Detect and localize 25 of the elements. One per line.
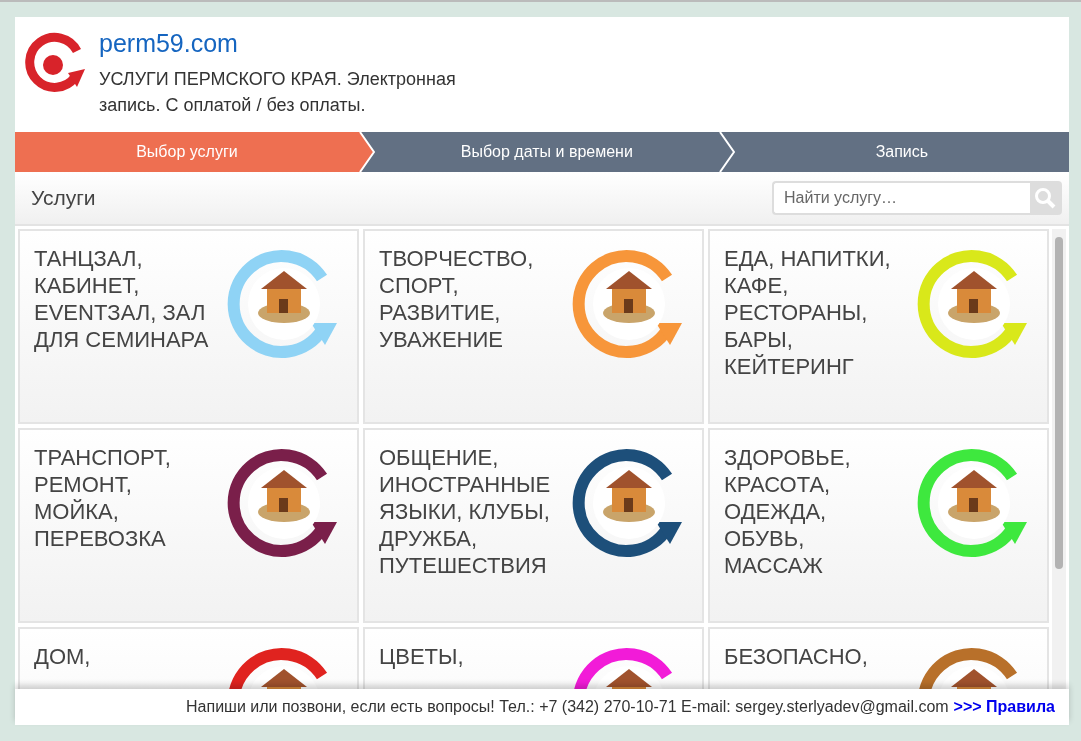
service-tile[interactable]: ТАНЦЗАЛ, КАБИНЕТ, EVENTЗАЛ, ЗАЛ ДЛЯ СЕМИНАРА xyxy=(18,229,359,424)
service-tile[interactable]: ДОМ, xyxy=(18,627,359,689)
service-name: ЗДОРОВЬЕ, КРАСОТА, ОДЕЖДА, ОБУВЬ, МАССАЖ xyxy=(724,444,852,580)
service-tile[interactable]: БЕЗОПАСНО, xyxy=(708,627,1049,689)
service-tile[interactable]: ОБЩЕНИЕ, ИНОСТРАННЫЕ ЯЗЫКИ, КЛУБЫ, ДРУЖБА, ПУТЕШЕСТВИЯ xyxy=(363,428,704,623)
service-name: ТАНЦЗАЛ, КАБИНЕТ, EVENTЗАЛ, ЗАЛ ДЛЯ СЕМИНАРА xyxy=(34,245,210,354)
contact-text: Напиши или позвони, если есть вопросы! Тел.: +7 (342) 270-10-71 E-mail: sergey.sterlyadev@gmail.com xyxy=(186,698,949,716)
site-link[interactable]: perm59.com xyxy=(99,29,519,58)
service-name: ЕДА, НАПИТКИ, КАФЕ, РЕСТОРАНЫ, БАРЫ, КЕЙТЕРИНГ xyxy=(724,245,892,381)
scrollbar-thumb[interactable] xyxy=(1055,237,1063,569)
service-name: ОБЩЕНИЕ, ИНОСТРАННЫЕ ЯЗЫКИ, КЛУБЫ, ДРУЖБА, ПУТЕШЕСТВИЯ xyxy=(379,444,552,580)
service-name: ТРАНСПОРТ, РЕМОНТ, МОЙКА, ПЕРЕВОЗКА xyxy=(34,444,172,553)
service-tile[interactable]: ЦВЕТЫ, xyxy=(363,627,704,689)
service-name: ДОМ, xyxy=(34,643,92,671)
site-subtitle: УСЛУГИ ПЕРМСКОГО КРАЯ. Электронная запись. С оплатой / без оплаты. xyxy=(99,68,457,117)
service-tile[interactable]: ТРАНСПОРТ, РЕМОНТ, МОЙКА, ПЕРЕВОЗКА xyxy=(18,428,359,623)
service-name: ЦВЕТЫ, xyxy=(379,643,465,671)
section-title: Услуги xyxy=(31,186,96,210)
service-name: ТВОРЧЕСТВО, СПОРТ, РАЗВИТИЕ, УВАЖЕНИЕ xyxy=(379,245,535,354)
service-tile[interactable]: ЗДОРОВЬЕ, КРАСОТА, ОДЕЖДА, ОБУВЬ, МАССАЖ xyxy=(708,428,1049,623)
service-tile[interactable]: ЕДА, НАПИТКИ, КАФЕ, РЕСТОРАНЫ, БАРЫ, КЕЙТЕРИНГ xyxy=(708,229,1049,424)
rules-link[interactable]: >>> Правила xyxy=(953,698,1055,716)
service-tile[interactable]: ТВОРЧЕСТВО, СПОРТ, РАЗВИТИЕ, УВАЖЕНИЕ xyxy=(363,229,704,424)
scrollbar[interactable] xyxy=(1052,229,1066,689)
service-name: БЕЗОПАСНО, xyxy=(724,643,869,671)
